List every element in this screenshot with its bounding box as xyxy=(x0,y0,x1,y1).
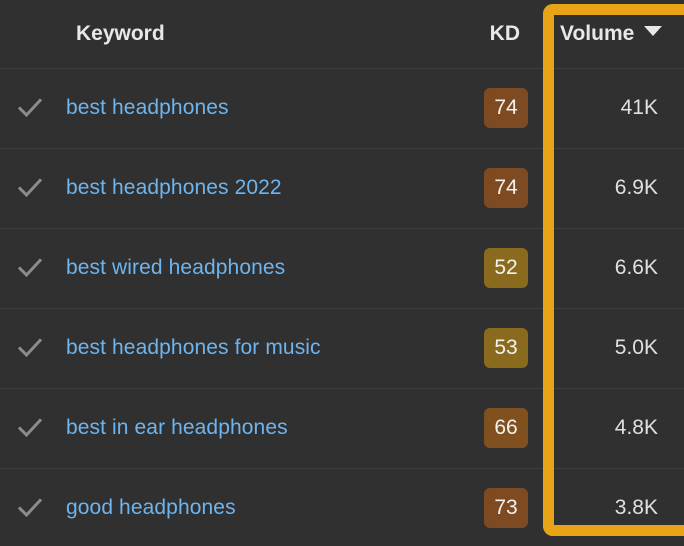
check-icon[interactable] xyxy=(17,175,43,201)
keyword-link[interactable]: best wired headphones xyxy=(66,256,285,279)
check-icon[interactable] xyxy=(17,95,43,121)
volume-value: 41K xyxy=(544,68,684,148)
table-row[interactable]: good headphones 73 3.8K xyxy=(0,468,684,546)
kd-badge: 74 xyxy=(484,168,528,208)
kd-badge: 74 xyxy=(484,88,528,128)
keyword-link[interactable]: best headphones for music xyxy=(66,336,321,359)
table-body: best headphones 74 41K best headphones 2022… xyxy=(0,68,684,546)
table-row[interactable]: best headphones for music 53 5.0K xyxy=(0,308,684,388)
row-checkbox[interactable] xyxy=(0,148,60,228)
table-row[interactable]: best headphones 2022 74 6.9K xyxy=(0,148,684,228)
keyword-link[interactable]: best headphones 2022 xyxy=(66,176,282,199)
volume-value: 5.0K xyxy=(544,308,684,388)
column-header-kd-label: KD xyxy=(489,21,520,45)
column-header-checkbox[interactable] xyxy=(0,0,60,68)
column-header-kd[interactable]: KD xyxy=(474,0,544,68)
row-checkbox[interactable] xyxy=(0,228,60,308)
table-row[interactable]: best wired headphones 52 6.6K xyxy=(0,228,684,308)
kd-badge: 52 xyxy=(484,248,528,288)
volume-value: 6.6K xyxy=(544,228,684,308)
row-checkbox[interactable] xyxy=(0,308,60,388)
kd-badge: 53 xyxy=(484,328,528,368)
kd-badge: 73 xyxy=(484,488,528,529)
volume-value: 4.8K xyxy=(544,388,684,468)
keyword-table-panel: Keyword KD Volume best headphones 74 41K be… xyxy=(0,0,684,546)
check-icon[interactable] xyxy=(17,335,43,361)
row-checkbox[interactable] xyxy=(0,388,60,468)
keyword-link[interactable]: best in ear headphones xyxy=(66,416,288,439)
column-header-volume[interactable]: Volume xyxy=(544,0,684,68)
caret-down-icon[interactable] xyxy=(644,25,663,36)
keyword-table: Keyword KD Volume best headphones 74 41K be… xyxy=(0,0,684,546)
column-header-volume-label: Volume xyxy=(560,21,635,45)
keyword-link[interactable]: good headphones xyxy=(66,496,236,519)
volume-value: 3.8K xyxy=(544,468,684,546)
check-icon[interactable] xyxy=(17,255,43,281)
kd-badge: 66 xyxy=(484,408,528,448)
row-checkbox[interactable] xyxy=(0,468,60,546)
column-header-keyword-label: Keyword xyxy=(76,21,165,45)
column-header-keyword[interactable]: Keyword xyxy=(60,0,474,68)
table-header-row: Keyword KD Volume xyxy=(0,0,684,68)
table-row[interactable]: best headphones 74 41K xyxy=(0,68,684,148)
row-checkbox[interactable] xyxy=(0,68,60,148)
table-header: Keyword KD Volume xyxy=(0,0,684,68)
keyword-link[interactable]: best headphones xyxy=(66,96,229,119)
check-icon[interactable] xyxy=(17,415,43,441)
table-row[interactable]: best in ear headphones 66 4.8K xyxy=(0,388,684,468)
volume-value: 6.9K xyxy=(544,148,684,228)
check-icon[interactable] xyxy=(17,495,43,521)
